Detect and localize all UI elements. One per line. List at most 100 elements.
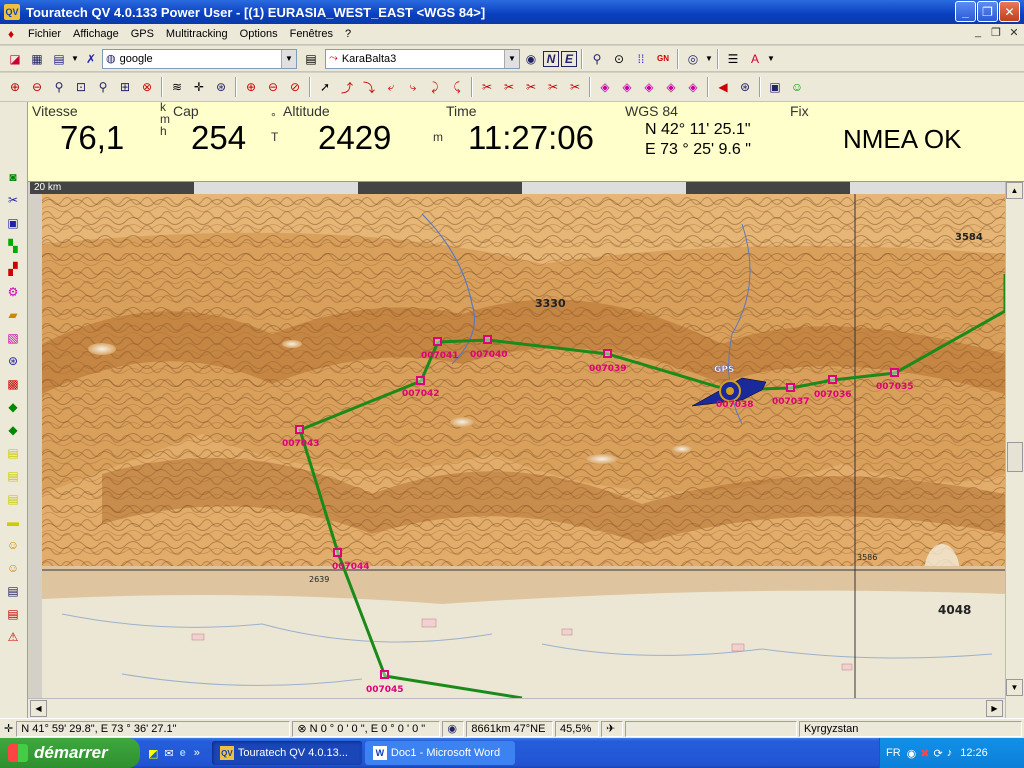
close-button[interactable]: ✕ bbox=[999, 1, 1020, 22]
dropdown-arrow-icon[interactable]: ▼ bbox=[705, 49, 713, 69]
mdi-restore-button[interactable]: ❐ bbox=[988, 26, 1004, 41]
crosshair-icon[interactable]: ✛ bbox=[189, 77, 209, 97]
waypoint-marker-007042[interactable] bbox=[416, 376, 425, 385]
route-edit-icon-5[interactable]: ⤸ bbox=[425, 77, 445, 97]
map-layers-icon[interactable]: ▤ bbox=[49, 49, 69, 69]
map-open-icon[interactable]: ◪ bbox=[5, 49, 25, 69]
menu-fenetres[interactable]: Fenêtres bbox=[284, 28, 339, 40]
scroll-down-icon[interactable]: ▼ bbox=[1006, 679, 1023, 696]
quicklaunch-more-icon[interactable]: » bbox=[194, 747, 200, 759]
side-tool-icon-7[interactable]: ◆ bbox=[3, 420, 23, 440]
layers-icon[interactable]: ≋ bbox=[167, 77, 187, 97]
vertical-scroll-thumb[interactable] bbox=[1007, 442, 1023, 472]
target-icon[interactable]: ◎ bbox=[683, 49, 703, 69]
chevron-down-icon[interactable]: ▼ bbox=[504, 49, 519, 68]
taskbar-item-word[interactable]: W Doc1 - Microsoft Word bbox=[364, 741, 515, 765]
zoom-out-icon[interactable]: ⊖ bbox=[27, 77, 47, 97]
zoom-fit-icon[interactable]: ⚲ bbox=[93, 77, 113, 97]
side-tool-icon-1[interactable]: ⚙ bbox=[3, 282, 23, 302]
document-icon[interactable]: ♦ bbox=[4, 27, 18, 41]
track-tool-icon-4[interactable]: ◈ bbox=[661, 77, 681, 97]
n-format-icon[interactable]: N bbox=[543, 50, 559, 67]
menu-gps[interactable]: GPS bbox=[125, 28, 160, 40]
search-icon[interactable]: ⚲ bbox=[587, 49, 607, 69]
route-cut-icon-1[interactable]: ✂ bbox=[477, 77, 497, 97]
start-button[interactable]: démarrer bbox=[0, 738, 140, 768]
show-desktop-icon[interactable]: ◩ bbox=[148, 747, 158, 760]
side-tool-icon-3[interactable]: ▧ bbox=[3, 328, 23, 348]
chevron-down-icon[interactable]: ▼ bbox=[281, 49, 296, 68]
route-edit-icon-4[interactable]: ⤷ bbox=[403, 77, 423, 97]
speaker-icon[interactable]: ◀ bbox=[713, 77, 733, 97]
horizontal-scrollbar[interactable]: ◀ ▶ bbox=[28, 698, 1005, 718]
sync-icon[interactable]: ⟳ bbox=[934, 747, 943, 760]
side-tool-icon-8[interactable]: ▤ bbox=[3, 443, 23, 463]
maximize-button[interactable]: ❐ bbox=[977, 1, 998, 22]
route-cut-icon-5[interactable]: ✂ bbox=[565, 77, 585, 97]
remove-waypoint-icon[interactable]: ⊖ bbox=[263, 77, 283, 97]
delete-icon[interactable]: ✗ bbox=[81, 49, 101, 69]
volume-icon[interactable]: ♪ bbox=[947, 747, 953, 759]
track-tool-icon-5[interactable]: ◈ bbox=[683, 77, 703, 97]
waypoint-marker-007045[interactable] bbox=[380, 670, 389, 679]
taskbar-item-touratech[interactable]: QV Touratech QV 4.0.13... bbox=[211, 741, 362, 765]
binoculars-icon[interactable]: ⊙ bbox=[609, 49, 629, 69]
waypoint-marker-007041[interactable] bbox=[433, 337, 442, 346]
waypoint-marker-007044[interactable] bbox=[333, 548, 342, 557]
eye-icon[interactable]: ◉ bbox=[521, 49, 541, 69]
dropdown-arrow-icon[interactable]: ▼ bbox=[767, 49, 775, 69]
side-tool-icon-13[interactable]: ☺ bbox=[3, 558, 23, 578]
language-indicator[interactable]: FR bbox=[886, 747, 901, 759]
zoom-in-icon[interactable]: ⊕ bbox=[5, 77, 25, 97]
waypoint-marker-007035[interactable] bbox=[890, 368, 899, 377]
map-pick-icon[interactable]: ▤ bbox=[301, 49, 321, 69]
waypoint-marker-007040[interactable] bbox=[483, 335, 492, 344]
side-tool-icon-11[interactable]: ▬ bbox=[3, 512, 23, 532]
zoom-reset-icon[interactable]: ⊗ bbox=[137, 77, 157, 97]
outlook-icon[interactable]: ✉ bbox=[164, 747, 173, 760]
font-icon[interactable]: A bbox=[745, 49, 765, 69]
gn-icon[interactable]: GN bbox=[653, 49, 673, 69]
side-gps-icon[interactable]: ◙ bbox=[3, 167, 23, 187]
side-grid-icon[interactable]: ▚ bbox=[3, 236, 23, 256]
waypoint-marker-007037[interactable] bbox=[786, 383, 795, 392]
network-icon[interactable]: ◉ bbox=[907, 747, 917, 760]
side-wp-icon[interactable]: ✂ bbox=[3, 190, 23, 210]
side-tool-icon-12[interactable]: ☺ bbox=[3, 535, 23, 555]
menu-multitracking[interactable]: Multitracking bbox=[160, 28, 234, 40]
dropdown-arrow-icon[interactable]: ▼ bbox=[71, 49, 79, 69]
satellite-icon[interactable]: ☺ bbox=[787, 77, 807, 97]
side-tool-icon-5[interactable]: ▩ bbox=[3, 374, 23, 394]
minimize-button[interactable]: _ bbox=[955, 1, 976, 22]
ie-icon[interactable]: e bbox=[180, 747, 186, 759]
side-tool-icon-4[interactable]: ⊛ bbox=[3, 351, 23, 371]
route-edit-icon-1[interactable]: ⤴ bbox=[337, 77, 357, 97]
side-tool-icon-15[interactable]: ▤ bbox=[3, 604, 23, 624]
route-edit-icon-3[interactable]: ⤶ bbox=[381, 77, 401, 97]
menu-affichage[interactable]: Affichage bbox=[67, 28, 125, 40]
compass-icon[interactable]: ⊛ bbox=[211, 77, 231, 97]
map-canvas[interactable]: 3330 3584 4048 3586 2639 GPS 007035 0070… bbox=[42, 194, 1005, 698]
zoom-icon[interactable]: ⚲ bbox=[49, 77, 69, 97]
track-select[interactable]: ⤳ KaraBalta3 ▼ bbox=[325, 48, 520, 69]
route-cut-icon-4[interactable]: ✂ bbox=[543, 77, 563, 97]
vertical-scrollbar[interactable]: ▲ ▼ bbox=[1005, 182, 1024, 718]
add-waypoint-icon[interactable]: ⊕ bbox=[241, 77, 261, 97]
route-cut-icon-3[interactable]: ✂ bbox=[521, 77, 541, 97]
scroll-left-icon[interactable]: ◀ bbox=[30, 700, 47, 717]
zoom-extent-icon[interactable]: ⊞ bbox=[115, 77, 135, 97]
side-grid2-icon[interactable]: ▞ bbox=[3, 259, 23, 279]
side-save-icon[interactable]: ▣ bbox=[3, 213, 23, 233]
warning-icon[interactable]: ⚠ bbox=[3, 627, 23, 647]
mdi-minimize-button[interactable]: _ bbox=[970, 26, 986, 41]
cursor-icon[interactable]: ➚ bbox=[315, 77, 335, 97]
menu-options[interactable]: Options bbox=[234, 28, 284, 40]
side-tool-icon-2[interactable]: ▰ bbox=[3, 305, 23, 325]
side-tool-icon-14[interactable]: ▤ bbox=[3, 581, 23, 601]
side-tool-icon-10[interactable]: ▤ bbox=[3, 489, 23, 509]
side-tool-icon-9[interactable]: ▤ bbox=[3, 466, 23, 486]
grid-icon[interactable]: ⁞⁞ bbox=[631, 49, 651, 69]
scroll-right-icon[interactable]: ▶ bbox=[986, 700, 1003, 717]
track-tool-icon-3[interactable]: ◈ bbox=[639, 77, 659, 97]
clock[interactable]: 12:26 bbox=[960, 747, 988, 759]
